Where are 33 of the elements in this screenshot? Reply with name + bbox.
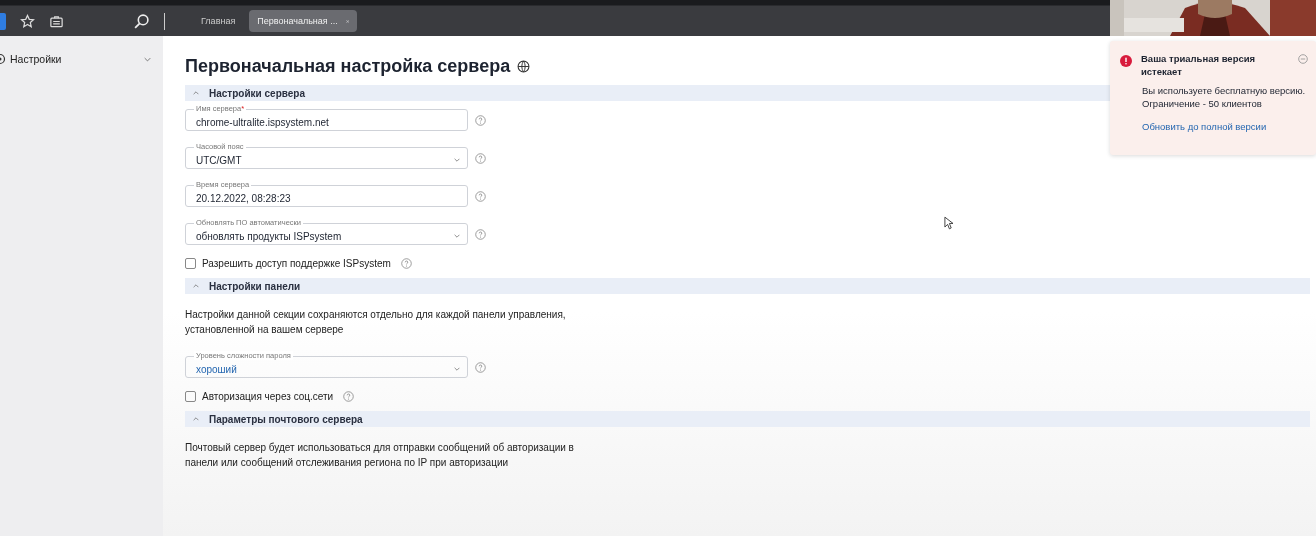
minimize-icon[interactable] <box>1298 54 1308 64</box>
description-text: Почтовый сервер будет использоваться для отправки сообщений об авторизации в панели или сообщений отслеживания региона по IP при авторизации <box>185 441 575 470</box>
help-icon[interactable] <box>475 115 486 126</box>
help-icon[interactable] <box>475 153 486 164</box>
help-icon[interactable] <box>400 258 412 269</box>
search-icon[interactable] <box>133 12 150 30</box>
help-icon[interactable] <box>343 391 355 402</box>
page-title: Первоначальная настройка сервера <box>185 55 511 77</box>
description-text: Настройки данной секции сохраняются отдельно для каждой панели управления, установленной на вашем сервере <box>185 308 567 337</box>
browser-tab[interactable]: Первоначальная ... <box>249 10 358 32</box>
globe-icon[interactable] <box>517 59 531 73</box>
browser-tab[interactable]: Главная <box>193 10 244 32</box>
mouse-cursor-icon <box>944 216 953 230</box>
sidebar-item[interactable]: Настройки <box>0 52 163 66</box>
notification-title: Ваша триальная версия истекает <box>1141 52 1257 78</box>
section-header[interactable]: Настройки панели <box>185 278 1310 294</box>
close-icon[interactable] <box>345 17 350 25</box>
alert-icon <box>1120 55 1132 67</box>
upgrade-link[interactable]: Обновить до полной версии <box>1142 121 1308 132</box>
dropdown-icon <box>454 234 460 238</box>
dropdown-icon <box>454 158 460 162</box>
help-icon[interactable] <box>475 191 486 202</box>
checkbox[interactable] <box>185 391 196 402</box>
dropdown-icon <box>454 367 460 371</box>
section-header[interactable]: Параметры почтового сервера <box>185 411 1310 427</box>
checkbox-label: Разрешить доступ поддержке ISPsystem <box>202 258 391 269</box>
help-icon[interactable] <box>475 229 486 240</box>
app-icon[interactable] <box>0 12 6 30</box>
briefcase-icon[interactable] <box>49 13 64 29</box>
checkbox[interactable] <box>185 258 196 269</box>
checkbox-label: Авторизация через соц.сети <box>202 391 334 402</box>
help-icon[interactable] <box>475 362 486 373</box>
star-icon[interactable] <box>20 13 35 29</box>
